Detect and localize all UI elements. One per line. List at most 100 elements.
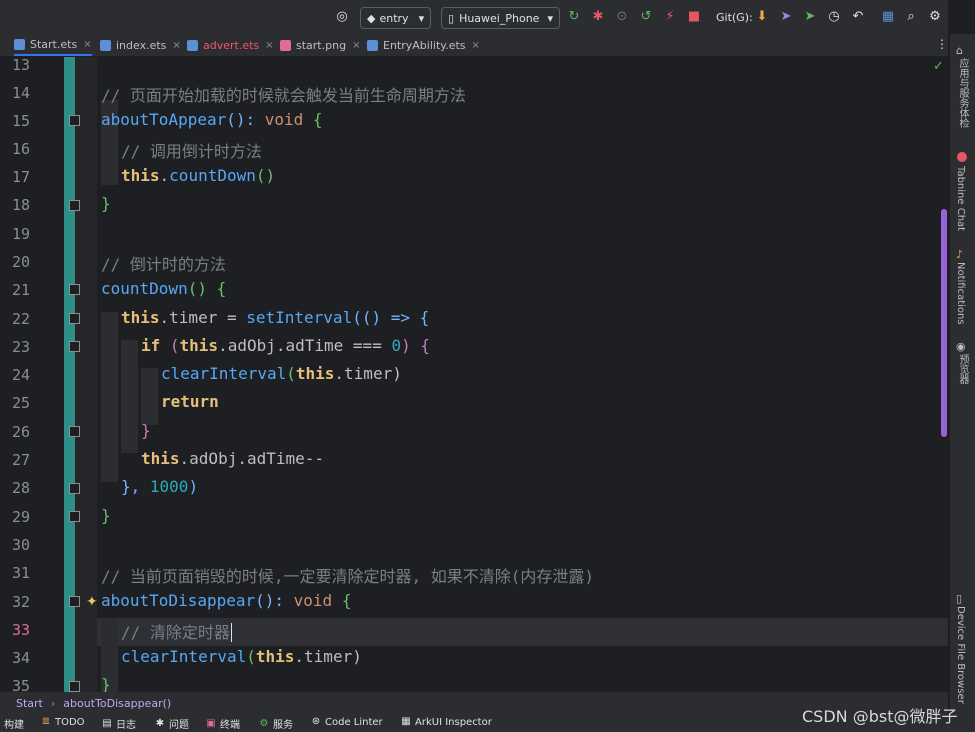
more-tabs-icon[interactable]: ⋮ <box>936 37 948 51</box>
breadcrumb-item[interactable]: Start <box>16 697 43 710</box>
module-icon: ◆ <box>367 11 376 25</box>
line-number: 32 <box>11 593 30 611</box>
fold-marker[interactable] <box>69 681 80 692</box>
code-line-27: this.adObj.adTime-- <box>141 449 324 468</box>
line-number: 15 <box>11 112 30 130</box>
stop-icon[interactable]: ■ <box>686 9 702 25</box>
tool-problems[interactable]: ✱ 问题 <box>154 716 189 732</box>
profile-icon[interactable]: ⚡ <box>662 9 678 25</box>
tab-advert-ets[interactable]: advert.ets × <box>187 34 274 56</box>
tool-window-notifications[interactable]: Notifications <box>955 262 966 325</box>
git-push-icon[interactable]: ➤ <box>778 9 794 25</box>
tool-code-linter[interactable]: ⊛ Code Linter <box>310 716 383 728</box>
code-token: () <box>255 166 276 185</box>
problems-icon: ✱ <box>155 717 165 729</box>
close-icon[interactable]: × <box>265 40 273 51</box>
tool-label: 问题 <box>169 720 189 731</box>
tab-entryability-ets[interactable]: EntryAbility.ets × <box>367 34 480 56</box>
code-line-31: // 当前页面销毁的时候,一定要清除定时器, 如果不清除(内存泄露) <box>101 567 595 586</box>
tool-services[interactable]: ⚙ 服务 <box>258 716 293 732</box>
close-icon[interactable]: × <box>172 40 180 51</box>
history-icon[interactable]: ◷ <box>826 9 842 25</box>
code-line-23: if (this.adObj.adTime === 0) { <box>141 336 430 355</box>
fold-marker[interactable] <box>69 341 80 352</box>
code-token: }, <box>121 477 150 496</box>
code-token: this <box>141 449 180 468</box>
indent-guide <box>101 312 118 482</box>
fold-marker[interactable] <box>69 483 80 494</box>
watermark: CSDN @bst@微胖子 <box>802 707 958 726</box>
tool-terminal[interactable]: ▣ 终端 <box>205 716 240 732</box>
tab-index-ets[interactable]: index.ets × <box>100 34 181 56</box>
debug-icon[interactable]: ✱ <box>590 9 606 25</box>
module-label: entry <box>379 11 409 25</box>
code-line-14: // 页面开始加载的时候就会触发当前生命周期方法 <box>101 86 466 105</box>
code-token: clearInterval <box>161 364 287 383</box>
tool-label: Code Linter <box>325 716 383 728</box>
code-line-35: } <box>101 675 111 692</box>
tool-label: 终端 <box>220 720 240 731</box>
attach-debugger-icon[interactable]: ⊙ <box>614 9 630 25</box>
code-editor[interactable]: 13 14 15 16 17 18 19 20 21 22 23 24 25 2… <box>0 57 948 692</box>
tool-window-app-check[interactable]: 应用与服务体检 <box>955 58 970 128</box>
settings-icon[interactable]: ⚙ <box>927 9 943 25</box>
fold-marker[interactable] <box>69 511 80 522</box>
close-icon[interactable]: × <box>83 39 91 50</box>
tool-todo[interactable]: ≣ TODO <box>40 716 85 728</box>
tool-log[interactable]: ▤ 日志 <box>101 716 136 732</box>
target-icon[interactable]: ◎ <box>334 9 350 25</box>
file-ets-icon <box>100 39 111 51</box>
code-token: void <box>293 591 333 610</box>
tool-build[interactable]: 构建 <box>4 716 24 731</box>
close-icon[interactable]: × <box>472 40 480 51</box>
code-token: 1000 <box>149 477 189 496</box>
tool-window-previewer[interactable]: 预览器 <box>955 354 970 384</box>
code-token: countDown <box>169 166 256 185</box>
fold-marker[interactable] <box>69 313 80 324</box>
device-selector[interactable]: ▯ Huawei_Phone ▾ <box>441 7 560 29</box>
git-update-icon[interactable]: ⬇ <box>754 9 770 25</box>
close-icon[interactable]: × <box>352 40 360 51</box>
code-token: clearInterval <box>121 647 247 666</box>
phone-icon: ▯ <box>448 11 455 25</box>
line-number-current: 33 <box>11 621 30 639</box>
fold-marker[interactable] <box>69 284 80 295</box>
breadcrumb-item[interactable]: aboutToDisappear() <box>63 697 171 710</box>
code-line-22: this.timer = setInterval(() => { <box>121 308 429 327</box>
code-token: { <box>303 110 323 129</box>
tool-label: 构建 <box>4 720 24 731</box>
fold-marker[interactable] <box>69 596 80 607</box>
tool-window-device-file-browser[interactable]: Device File Browser <box>955 606 966 704</box>
fold-marker[interactable] <box>69 115 80 126</box>
rerun-icon[interactable]: ↺ <box>638 9 654 25</box>
lightbulb-icon[interactable]: ✦ <box>86 594 98 610</box>
eye-icon: ◉ <box>956 340 966 353</box>
fold-marker[interactable] <box>69 200 80 211</box>
sync-icon[interactable]: ↻ <box>566 9 582 25</box>
rollback-icon[interactable]: ↶ <box>850 9 866 25</box>
module-selector[interactable]: ◆ entry ▾ <box>360 7 432 29</box>
code-line-26: } <box>141 421 151 440</box>
code-line-34: clearInterval(this.timer) <box>121 647 362 666</box>
code-token: this <box>121 166 160 185</box>
code-line-20: // 倒计时的方法 <box>101 255 226 274</box>
tool-window-tabnine[interactable]: Tabnine Chat <box>955 166 966 231</box>
git-commit-icon[interactable]: ➤ <box>802 9 818 25</box>
tab-start-png[interactable]: start.png × <box>280 34 360 56</box>
layout-icon[interactable]: ▦ <box>880 9 896 25</box>
tab-start-ets[interactable]: Start.ets × <box>14 34 92 56</box>
search-icon[interactable]: ⌕ <box>903 9 919 25</box>
code-token: () { <box>187 279 227 298</box>
line-number: 28 <box>11 479 30 497</box>
line-number: 35 <box>11 677 30 692</box>
code-token: 0 <box>391 336 402 355</box>
tool-arkui-inspector[interactable]: ▦ ArkUI Inspector <box>400 716 492 728</box>
tab-label: Start.ets <box>30 37 78 51</box>
right-tool-bar: ⌂ 应用与服务体检 Tabnine Chat ♪ Notifications ◉… <box>949 34 975 714</box>
code-token: this <box>121 308 160 327</box>
code-line-32: aboutToDisappear(): void { <box>101 591 351 610</box>
code-token: this <box>295 364 335 383</box>
line-number: 18 <box>11 196 30 214</box>
fold-marker[interactable] <box>69 426 80 437</box>
editor-scrollbar[interactable] <box>941 209 947 437</box>
